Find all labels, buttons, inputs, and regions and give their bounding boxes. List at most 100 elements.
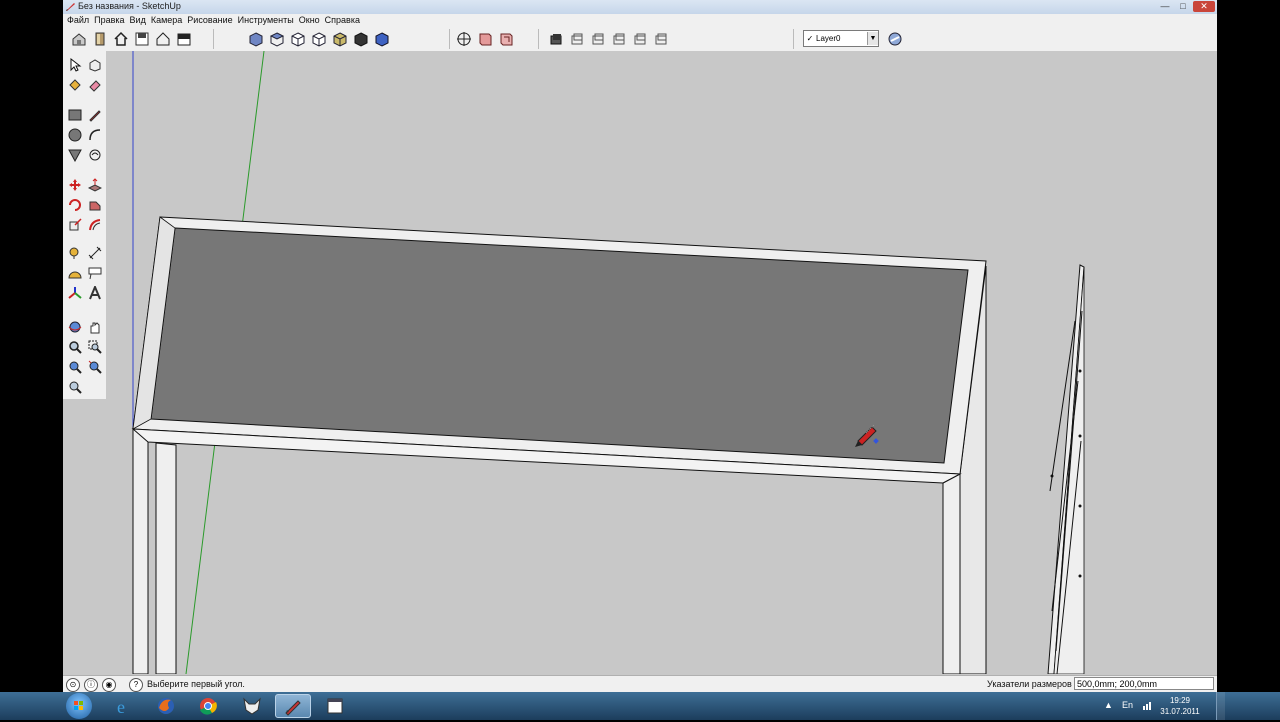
component-copy3-button[interactable]	[609, 29, 629, 49]
help-icon[interactable]: ?	[129, 678, 143, 692]
eraser-button[interactable]	[85, 75, 105, 95]
model-canvas[interactable]	[106, 51, 1217, 674]
rectangle-tool-button[interactable]	[65, 105, 85, 125]
menu-camera[interactable]: Камера	[151, 14, 187, 27]
menu-view[interactable]: Вид	[130, 14, 151, 27]
house-3d-button[interactable]	[69, 29, 89, 49]
show-desktop-button[interactable]	[1216, 692, 1225, 720]
ie-taskbar-button[interactable]: e	[106, 694, 142, 718]
getting-started-group	[69, 29, 195, 49]
menu-edit[interactable]: Правка	[94, 14, 129, 27]
paint-bucket-button[interactable]	[65, 75, 85, 95]
window-taskbar-button[interactable]	[317, 694, 353, 718]
layer-dropdown[interactable]: ✓ Layer0 ▼	[803, 30, 879, 47]
user-icon[interactable]: ◉	[102, 678, 116, 692]
component-copy5-button[interactable]	[651, 29, 671, 49]
dropdown-arrow-icon[interactable]: ▼	[867, 32, 878, 45]
back-view-button[interactable]	[330, 29, 350, 49]
component-button[interactable]	[546, 29, 566, 49]
component-copy2-button[interactable]	[588, 29, 608, 49]
zoom-window-button[interactable]	[85, 337, 105, 357]
menu-tools[interactable]: Инструменты	[238, 14, 299, 27]
zoom-fit-icon	[69, 381, 82, 394]
menu-help[interactable]: Справка	[325, 14, 365, 27]
start-button[interactable]	[66, 693, 92, 719]
top-view-icon	[269, 32, 285, 47]
menu-draw[interactable]: Рисование	[187, 14, 237, 27]
pan-button[interactable]	[85, 317, 105, 337]
menu-window[interactable]: Окно	[299, 14, 325, 27]
construction-group	[65, 243, 105, 303]
3d-text-button[interactable]	[85, 283, 105, 303]
position-camera-button[interactable]	[454, 29, 474, 49]
walk-button[interactable]	[65, 377, 85, 397]
make-component-button[interactable]	[85, 55, 105, 75]
language-indicator[interactable]: En	[1122, 700, 1133, 710]
iso-view-button[interactable]	[246, 29, 266, 49]
rotate-tool-button[interactable]	[65, 195, 85, 215]
left-view-button[interactable]	[351, 29, 371, 49]
orbit-button[interactable]	[65, 317, 85, 337]
arc-tool-button[interactable]	[85, 125, 105, 145]
app-taskbar-button[interactable]	[234, 694, 270, 718]
push-pull-button[interactable]	[85, 175, 105, 195]
follow-me-button[interactable]	[85, 195, 105, 215]
house-outline-button[interactable]	[153, 29, 173, 49]
scale-tool-button[interactable]	[65, 215, 85, 235]
top-view-button[interactable]	[267, 29, 287, 49]
protractor-button[interactable]	[65, 263, 85, 283]
section-plane-button[interactable]	[475, 29, 495, 49]
tape-measure-button[interactable]	[65, 243, 85, 263]
rectangle-icon	[68, 109, 82, 121]
right-view-icon	[312, 32, 326, 47]
front-view-button[interactable]	[288, 29, 308, 49]
zoom-button[interactable]	[65, 337, 85, 357]
axes-tool-button[interactable]	[65, 283, 85, 303]
clock-date: 31.07.2011	[1160, 707, 1200, 716]
credits-icon[interactable]: ⓘ	[84, 678, 98, 692]
maximize-button[interactable]: □	[1175, 1, 1191, 12]
section-cut-icon	[500, 33, 513, 46]
dimension-icon	[88, 246, 102, 260]
zoom-extents-button[interactable]	[85, 357, 105, 377]
system-clock[interactable]: 19:29 31.07.2011	[1160, 695, 1200, 717]
door-icon	[95, 32, 105, 46]
measurements-input[interactable]: 500,0mm; 200,0mm	[1074, 677, 1214, 690]
polygon-tool-button[interactable]	[65, 145, 85, 165]
minimize-button[interactable]: —	[1157, 1, 1173, 12]
sketchup-taskbar-button[interactable]	[275, 694, 311, 718]
move-tool-button[interactable]	[65, 175, 85, 195]
component-copy1-button[interactable]	[567, 29, 587, 49]
modeling-viewport[interactable]	[106, 51, 1217, 674]
line-tool-button[interactable]	[85, 105, 105, 125]
section-display-button[interactable]	[496, 29, 516, 49]
home-button[interactable]	[111, 29, 131, 49]
offset-tool-button[interactable]	[85, 215, 105, 235]
right-view-button[interactable]	[309, 29, 329, 49]
firefox-taskbar-button[interactable]	[148, 694, 184, 718]
chrome-taskbar-button[interactable]	[190, 694, 226, 718]
freehand-tool-button[interactable]	[85, 145, 105, 165]
dimension-button[interactable]	[85, 243, 105, 263]
close-button[interactable]: ✕	[1193, 1, 1215, 12]
door-button[interactable]	[90, 29, 110, 49]
black-box-button[interactable]	[174, 29, 194, 49]
component-copy4-button[interactable]	[630, 29, 650, 49]
select-tool-button[interactable]	[65, 55, 85, 75]
save-button[interactable]	[132, 29, 152, 49]
show-hidden-icons-icon[interactable]: ▲	[1104, 700, 1113, 710]
menu-file[interactable]: Файл	[67, 14, 94, 27]
black-box-icon	[177, 33, 191, 46]
geo-location-icon[interactable]: ⊙	[66, 678, 80, 692]
pencil-icon	[89, 110, 101, 122]
circle-tool-button[interactable]	[65, 125, 85, 145]
move-arrows-icon	[69, 179, 81, 191]
network-icon[interactable]	[1142, 699, 1154, 711]
measurements-label: Указатели размеров	[987, 679, 1072, 689]
zoom-previous-icon	[69, 361, 82, 374]
layer-manager-button[interactable]	[885, 29, 905, 49]
house-3d-icon	[72, 33, 86, 46]
zoom-previous-button[interactable]	[65, 357, 85, 377]
blue-cube-button[interactable]	[372, 29, 392, 49]
text-tool-button[interactable]	[85, 263, 105, 283]
